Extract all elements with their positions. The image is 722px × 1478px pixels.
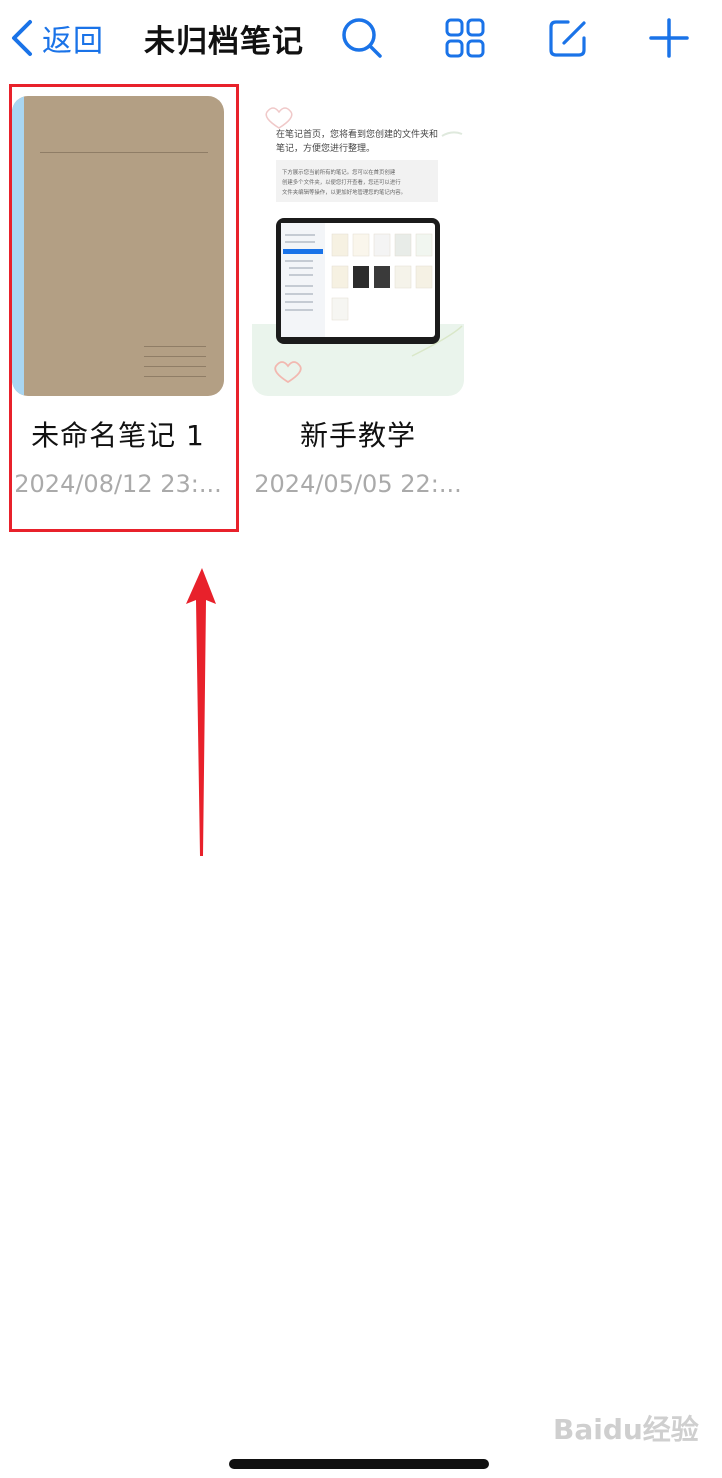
back-label: 返回 xyxy=(42,24,104,59)
tutorial-preview: 在笔记首页，您将看到您创建的文件夹和 笔记，方便您进行整理。 下方展示您当前所有… xyxy=(252,107,464,396)
note-title[interactable]: 新手教学 xyxy=(238,414,478,454)
add-button[interactable] xyxy=(647,16,691,60)
preview-text: 下方展示您当前所有的笔记。您可以在首页创建 xyxy=(282,168,396,176)
back-button[interactable]: 返回 xyxy=(10,18,104,59)
compose-button[interactable] xyxy=(546,16,590,60)
home-indicator[interactable] xyxy=(229,1459,489,1469)
grid-view-icon xyxy=(445,18,485,58)
preview-text: 在笔记首页，您将看到您创建的文件夹和 xyxy=(276,128,438,140)
watermark-logo: Baidu经验 xyxy=(553,1413,699,1446)
grid-view-button[interactable] xyxy=(443,16,487,60)
highlight-frame xyxy=(9,84,239,532)
tutorial-cover[interactable]: 在笔记首页，您将看到您创建的文件夹和 笔记，方便您进行整理。 下方展示您当前所有… xyxy=(252,96,464,396)
preview-text: 创建多个文件夹，以便您打开查看，您还可以进行 xyxy=(282,178,401,186)
note-card[interactable]: 在笔记首页，您将看到您创建的文件夹和 笔记，方便您进行整理。 下方展示您当前所有… xyxy=(252,96,464,498)
note-date: 2024/05/05 22:... xyxy=(254,470,462,498)
compose-icon xyxy=(549,20,586,57)
page-title: 未归档笔记 xyxy=(144,24,304,60)
top-bar: 返回 未归档笔记 xyxy=(0,0,722,78)
preview-text: 笔记，方便您进行整理。 xyxy=(276,142,375,154)
arrow-up-icon xyxy=(186,568,216,856)
heart-doodle-icon xyxy=(265,107,293,129)
search-button[interactable] xyxy=(340,16,384,60)
plus-icon xyxy=(649,18,689,58)
chevron-left-icon xyxy=(12,20,32,56)
search-icon xyxy=(342,18,382,58)
tablet-mockup-icon xyxy=(276,218,440,344)
preview-text: 文件夹编辑等操作，以更加好地管理您的笔记内容。 xyxy=(282,188,406,196)
